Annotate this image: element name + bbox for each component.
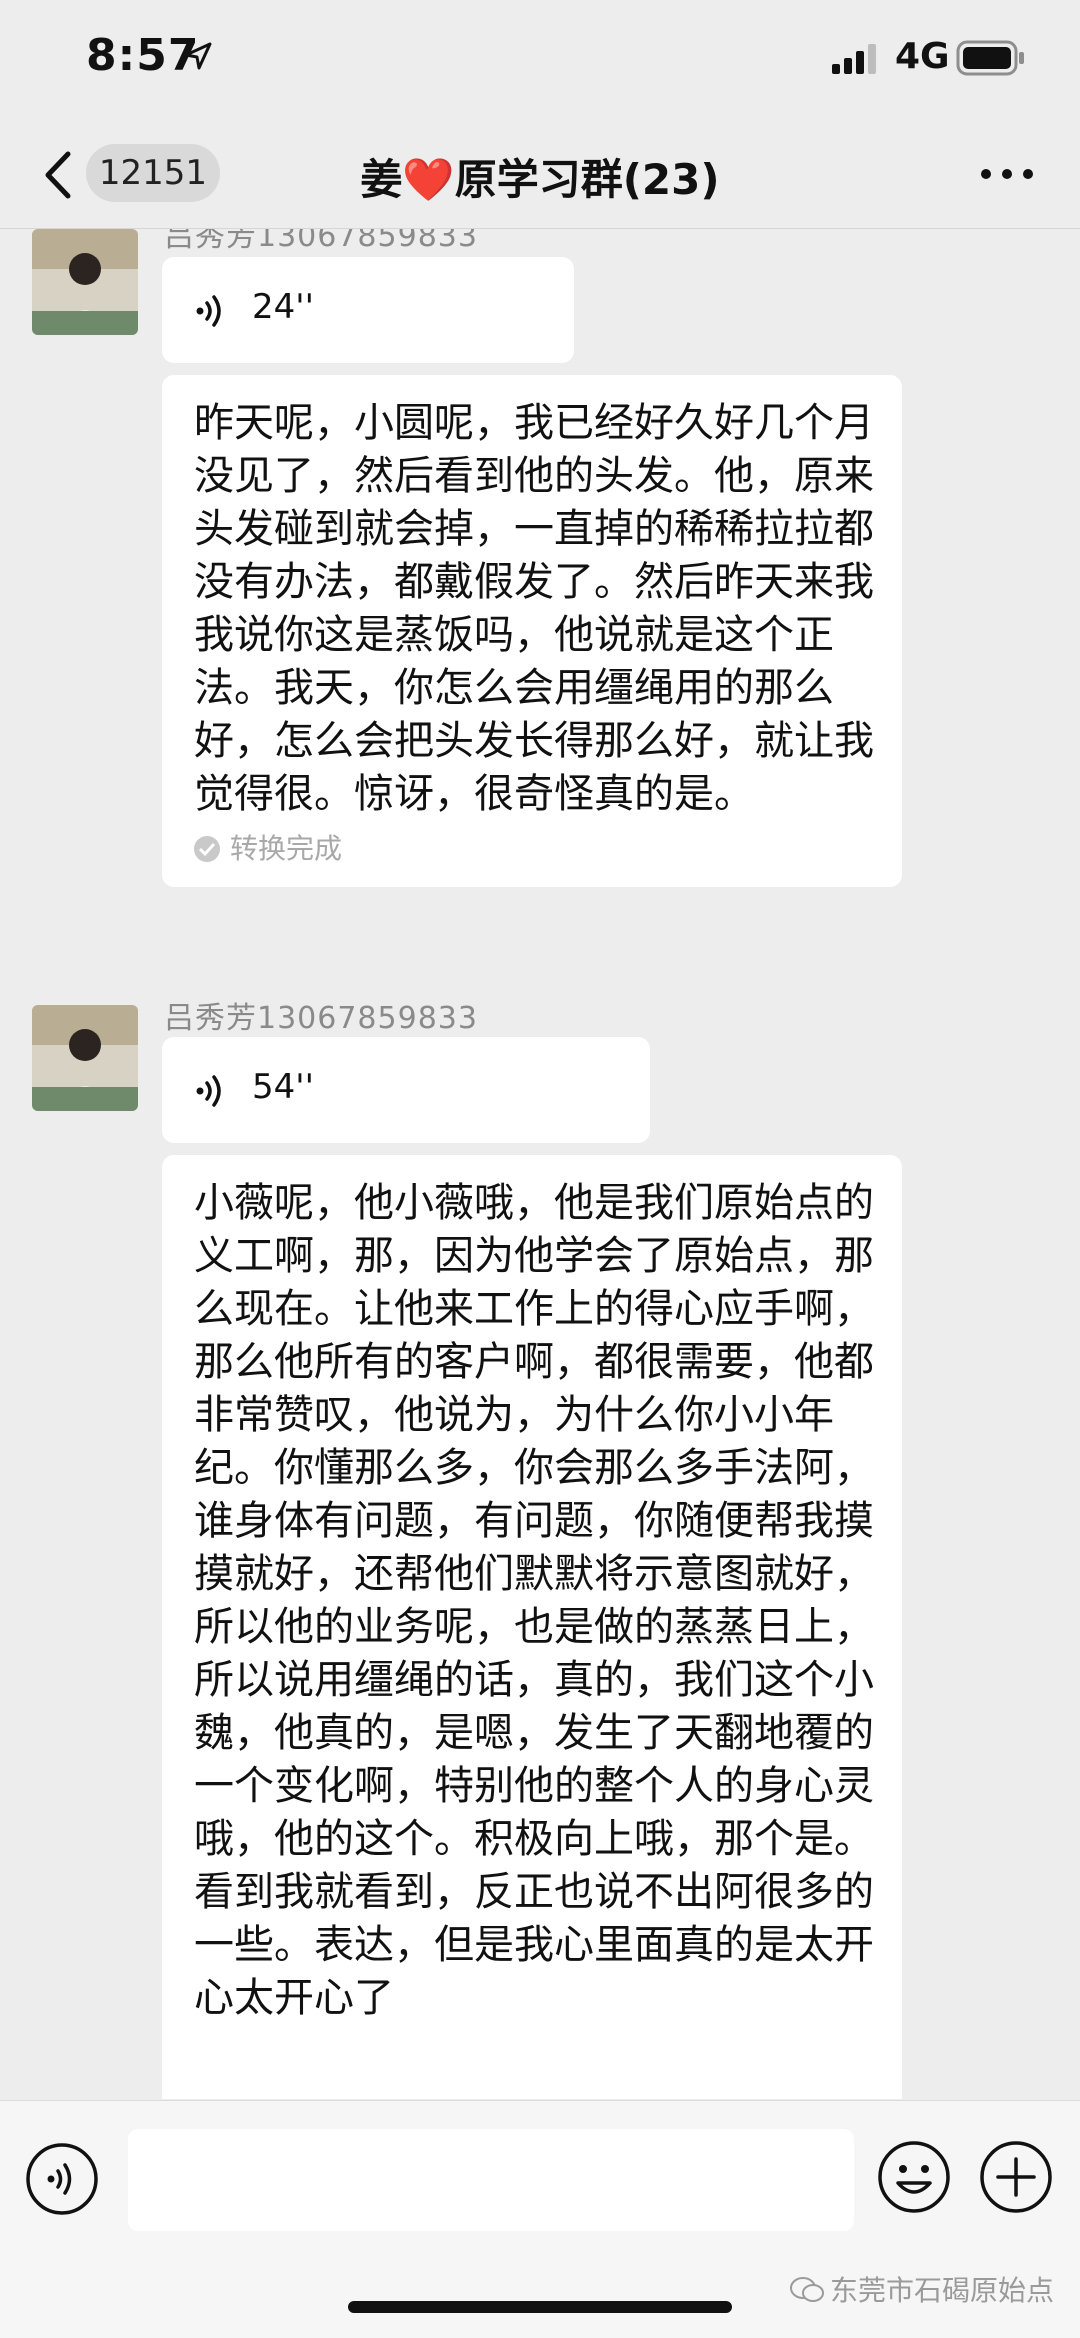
voice-message-bubble[interactable]: 54'' [162, 1037, 650, 1143]
sender-name: 吕秀芳13067859833 [164, 229, 478, 254]
conversion-status-text: 转换完成 [230, 832, 343, 865]
voice-wave-icon [196, 1075, 221, 1107]
network-type: 4G [895, 36, 950, 77]
plus-icon[interactable] [978, 2139, 1054, 2215]
avatar-photo-icon [32, 229, 138, 335]
transcript-bubble[interactable]: 小薇呢，他小薇哦，他是我们原始点的义工啊，那，因为他学会了原始点，那么现在。让他… [162, 1155, 902, 2099]
voice-wave-icon [196, 295, 221, 327]
watermark: 东莞市石碣原始点 [790, 2269, 1054, 2309]
chat-title: 姜❤️原学习群(23) [360, 155, 720, 204]
avatar-photo-icon [32, 1005, 138, 1111]
check-circle-icon [194, 836, 220, 862]
voice-message-bubble[interactable]: 24'' [162, 257, 574, 363]
more-dots-icon[interactable] [980, 168, 1034, 180]
wechat-icon [790, 2277, 824, 2302]
avatar[interactable] [32, 229, 138, 335]
voice-duration: 24'' [252, 287, 314, 327]
voice-duration: 54'' [252, 1067, 314, 1107]
transcript-text: 小薇呢，他小薇哦，他是我们原始点的义工啊，那，因为他学会了原始点，那么现在。让他… [194, 1180, 874, 2021]
cellular-signal-icon [832, 44, 876, 74]
location-arrow-icon [184, 42, 212, 70]
message-list[interactable]: 吕秀芳13067859833 24'' 昨天呢，小圆呢，我已经好久好几个月没见了… [0, 229, 1080, 2099]
conversion-status: 转换完成 [192, 827, 342, 867]
chat-header: 12151 姜❤️原学习群(23) [0, 120, 1080, 229]
message-input[interactable] [128, 2129, 854, 2231]
status-bar: 8:57 4G [0, 0, 1080, 120]
home-indicator [348, 2301, 732, 2313]
input-bar: 东莞市石碣原始点 [0, 2100, 1080, 2338]
avatar[interactable] [32, 1005, 138, 1111]
sender-name: 吕秀芳13067859833 [164, 1001, 478, 1036]
watermark-text: 东莞市石碣原始点 [830, 2274, 1055, 2307]
transcript-bubble[interactable]: 昨天呢，小圆呢，我已经好久好几个月没见了，然后看到他的头发。他，原来头发碰到就会… [162, 375, 902, 887]
transcript-text: 昨天呢，小圆呢，我已经好久好几个月没见了，然后看到他的头发。他，原来头发碰到就会… [194, 400, 874, 817]
voice-input-icon[interactable] [24, 2141, 100, 2217]
battery-icon [956, 40, 1024, 76]
emoji-icon[interactable] [876, 2139, 952, 2215]
